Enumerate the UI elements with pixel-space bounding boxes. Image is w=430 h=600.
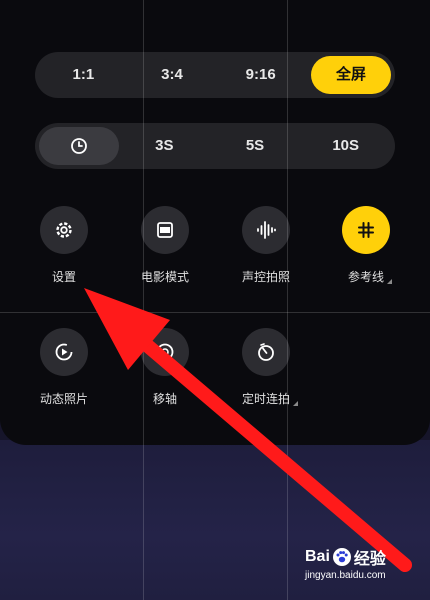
watermark-brand: Bai 经验 xyxy=(305,545,425,569)
red-annotation-arrow-icon xyxy=(84,288,412,572)
watermark-brand-b: 经验 xyxy=(353,551,386,568)
watermark-brand-a: Bai xyxy=(305,548,330,565)
paw-logo-icon xyxy=(332,548,351,566)
watermark-url: jingyan.baidu.com xyxy=(305,570,386,581)
baidu-jingyan-watermark: Bai 经验 jingyan.baidu.com xyxy=(305,545,425,581)
